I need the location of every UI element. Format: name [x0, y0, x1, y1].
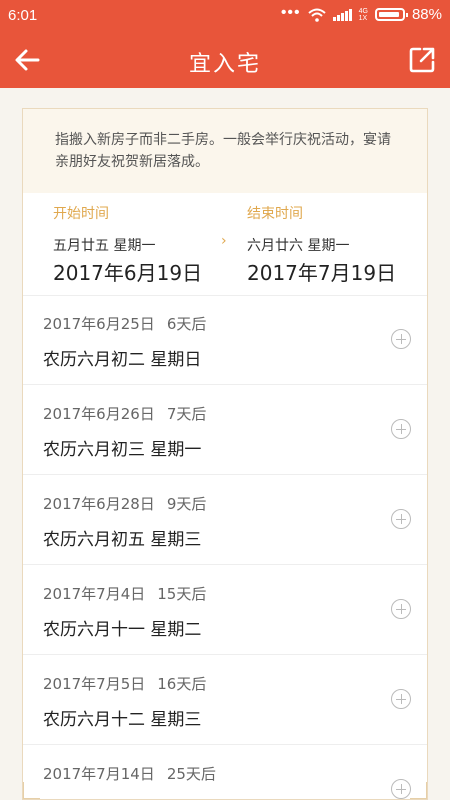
day-list: 2017年6月25日 6天后 农历六月初二 星期日 2017年6月26日 7天后 农… [23, 295, 427, 799]
list-item[interactable]: 2017年6月25日 6天后 农历六月初二 星期日 [23, 295, 427, 385]
day-date: 2017年6月25日 [43, 315, 155, 333]
days-after: 16天后 [157, 675, 207, 693]
lunar-date: 农历六月十二 星期三 [43, 710, 202, 730]
add-circle-icon[interactable] [391, 779, 411, 799]
day-date: 2017年6月28日 [43, 495, 155, 513]
end-lunar: 六月廿六 星期一 [247, 238, 350, 254]
chevron-right-icon: › [221, 233, 227, 249]
date-range-picker[interactable]: 开始时间 五月廿五 星期一 2017年6月19日 › 结束时间 六月廿六 星期一… [23, 193, 427, 296]
start-label: 开始时间 [53, 206, 109, 222]
share-icon[interactable] [406, 44, 438, 76]
status-icons: ••• 4G 1X 88% [280, 3, 442, 24]
auspicious-days-card: 指搬入新房子而非二手房。一般会举行庆祝活动，宴请亲朋好友祝贺新居落成。 开始时间… [22, 108, 428, 800]
status-time: 6:01 [8, 7, 38, 24]
end-label: 结束时间 [247, 206, 303, 222]
add-circle-icon[interactable] [391, 689, 411, 709]
add-circle-icon[interactable] [391, 329, 411, 349]
app-header: 宜入宅 [0, 32, 450, 88]
more-dots-icon: ••• [280, 3, 301, 21]
days-after: 9天后 [166, 495, 207, 513]
add-circle-icon[interactable] [391, 419, 411, 439]
battery-level: 88% [411, 6, 442, 23]
signal-icon [332, 8, 352, 21]
lunar-date: 农历六月初三 星期一 [43, 440, 202, 460]
days-after: 7天后 [166, 405, 207, 423]
day-date: 2017年7月14日 [43, 765, 155, 783]
lunar-date: 农历六月十一 星期二 [43, 620, 202, 640]
day-date: 2017年6月26日 [43, 405, 155, 423]
list-item[interactable]: 2017年6月26日 7天后 农历六月初三 星期一 [23, 385, 427, 475]
start-lunar: 五月廿五 星期一 [53, 238, 156, 254]
days-after: 15天后 [157, 585, 207, 603]
wifi-icon [307, 8, 326, 22]
start-date[interactable]: 2017年6月19日 [53, 257, 202, 286]
days-after: 6天后 [166, 315, 207, 333]
day-date: 2017年7月5日 [43, 675, 146, 693]
lunar-date: 农历六月初五 星期三 [43, 530, 202, 550]
add-circle-icon[interactable] [391, 509, 411, 529]
page-title: 宜入宅 [188, 52, 261, 77]
description-text: 指搬入新房子而非二手房。一般会举行庆祝活动，宴请亲朋好友祝贺新居落成。 [23, 109, 427, 193]
battery-icon [374, 8, 408, 21]
list-item[interactable]: 2017年6月28日 9天后 农历六月初五 星期三 [23, 475, 427, 565]
list-item[interactable]: 2017年7月14日 25天后 [23, 745, 427, 799]
list-item[interactable]: 2017年7月4日 15天后 农历六月十一 星期二 [23, 565, 427, 655]
lunar-date: 农历六月初二 星期日 [43, 350, 202, 370]
day-date: 2017年7月4日 [43, 585, 146, 603]
status-bar: 6:01 ••• 4G 1X 88% [0, 0, 450, 32]
end-date[interactable]: 2017年7月19日 [247, 257, 396, 286]
add-circle-icon[interactable] [391, 599, 411, 619]
network-type: 4G 1X [358, 7, 368, 22]
days-after: 25天后 [166, 765, 216, 783]
list-item[interactable]: 2017年7月5日 16天后 农历六月十二 星期三 [23, 655, 427, 745]
